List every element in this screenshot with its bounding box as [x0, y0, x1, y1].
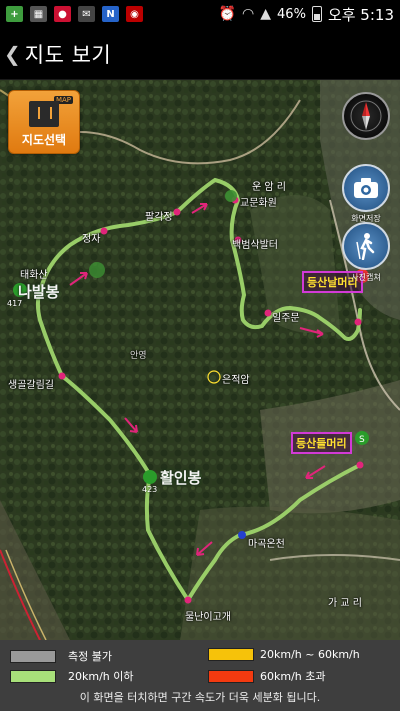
- battery-icon: [311, 6, 322, 22]
- legend-item-unmeasurable: 측정 불가: [10, 648, 112, 664]
- trailhead-start-label: 등산들머리: [291, 432, 352, 454]
- legend-swatch-red: [208, 669, 254, 683]
- legend-swatch-green: [10, 669, 56, 683]
- place-saenggol: 생골갈림길: [8, 380, 54, 391]
- app-notification-icon: ●: [54, 6, 71, 22]
- legend-item-under-20: 20km/h 이하: [10, 668, 134, 684]
- recording-icon: ◉: [126, 6, 143, 22]
- wifi-icon: ◠: [242, 6, 255, 22]
- signal-icon: ▲: [260, 6, 272, 22]
- mail-icon: ✉: [78, 6, 95, 22]
- compass-icon: [350, 100, 382, 132]
- place-eunjeokam: 은적암: [222, 375, 250, 386]
- place-magok-onchen: 마곡온천: [248, 539, 285, 550]
- place-anyeong: 안영: [130, 351, 147, 361]
- place-mulnani: 물난이고개: [185, 612, 231, 623]
- speed-legend[interactable]: 측정 불가 20km/h ~ 60km/h 20km/h 이하 60km/h 초…: [0, 640, 400, 711]
- naver-icon: N: [102, 6, 119, 22]
- legend-note: 이 화면을 터치하면 구간 속도가 더욱 세분화 됩니다.: [79, 691, 321, 704]
- title-bar: ❮ 지도 보기: [0, 28, 400, 80]
- clock: 오후 5:13: [327, 5, 394, 24]
- status-bar: + ▦ ● ✉ N ◉ ⏰ ◠ ▲ 46% 오후 5:13: [0, 0, 400, 28]
- altitude-423: 423: [142, 485, 158, 494]
- back-chevron-icon[interactable]: ❮: [0, 42, 25, 66]
- photo-capture-caption: 사진캡쳐: [351, 273, 381, 282]
- place-palgakjeong: 팔각정: [145, 212, 173, 223]
- battery-percent: 46%: [277, 6, 306, 22]
- map-select-label: 지도선택: [21, 133, 67, 147]
- grid-notification-icon: ▦: [30, 6, 47, 22]
- map-view[interactable]: E S 운 암 리 팔각정 교문화원 정자 백범삭발터 태화산 나발봉 417 …: [0, 80, 400, 640]
- legend-item-over-60: 60km/h 초과: [208, 668, 326, 684]
- page-title: 지도 보기: [24, 42, 112, 67]
- map-select-button[interactable]: MAP 지도선택: [8, 90, 80, 154]
- place-taehwasan: 태화산: [20, 270, 48, 281]
- place-jeongja: 정자: [82, 234, 101, 245]
- place-nabalbong: 나발봉: [18, 283, 60, 301]
- hiker-icon: [356, 233, 375, 260]
- place-hwarinbong: 활인봉: [160, 469, 202, 487]
- screenshot-button[interactable]: [342, 164, 390, 212]
- legend-swatch-gray: [10, 649, 56, 663]
- compass-button[interactable]: [342, 92, 390, 140]
- altitude-417: 417: [7, 299, 23, 308]
- place-gagyori: 가 교 리: [328, 598, 362, 609]
- camera-icon: [354, 178, 378, 198]
- legend-swatch-yellow: [208, 648, 254, 661]
- alarm-icon: ⏰: [218, 6, 237, 22]
- place-ilju: 일주문: [272, 313, 300, 324]
- svg-text:S: S: [359, 435, 365, 445]
- map-book-icon: [29, 101, 59, 127]
- place-unamri: 운 암 리: [252, 182, 286, 193]
- add-notification-icon: +: [6, 6, 23, 22]
- place-baekbeom: 백범삭발터: [232, 240, 278, 251]
- photo-capture-button[interactable]: [342, 222, 390, 270]
- legend-item-20-60: 20km/h ~ 60km/h: [208, 648, 360, 661]
- satellite-map: E S: [0, 80, 400, 640]
- place-munhwa: 교문화원: [240, 198, 277, 209]
